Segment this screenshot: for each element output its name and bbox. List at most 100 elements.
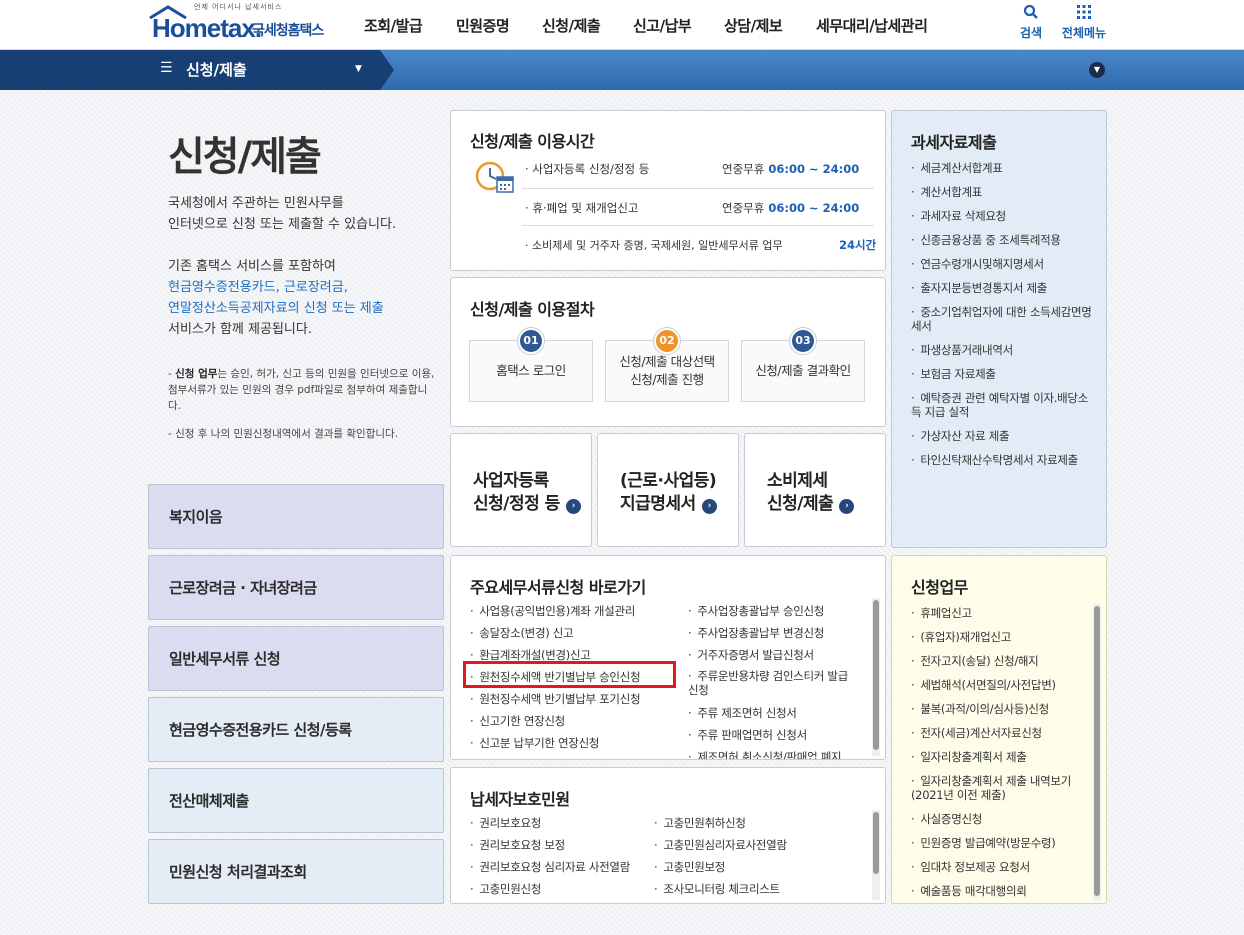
apply-work-link[interactable]: 휴폐업신고 <box>911 606 1086 620</box>
logo-korean: 국세청홈택스 <box>252 23 324 39</box>
protection-link[interactable]: 고충민원보정 <box>654 859 725 875</box>
intro-link-2[interactable]: 연말정산소득공제자료의 신청 또는 제출 <box>168 298 384 319</box>
civil-result-inquiry-button[interactable]: 민원신청 처리결과조회 <box>148 839 444 904</box>
doc-link[interactable]: 주류 제조면허 신청서 <box>688 705 797 721</box>
tax-data-link[interactable]: 출자지분등변경통지서 제출 <box>911 281 1096 295</box>
tax-data-link[interactable]: 연금수령개시및해지명세서 <box>911 257 1096 271</box>
tax-data-link[interactable]: 보험금 자료제출 <box>911 367 1096 381</box>
protection-link[interactable]: 권리보호요청 <box>470 815 541 831</box>
doc-link[interactable]: 주류 판매업면허 신청서 <box>688 727 807 743</box>
intro-text-3: 기존 홈택스 서비스를 포함하여 <box>168 259 336 274</box>
apply-work-link[interactable]: 예술품등 매각대행의뢰 <box>911 884 1086 898</box>
nav-inquiry-issue[interactable]: 조회/발급 <box>364 15 423 36</box>
protection-link[interactable]: 고충민원신청 <box>470 881 541 897</box>
apply-work-link[interactable]: 일자리창출계획서 제출 내역보기(2021년 이전 제출) <box>911 774 1091 802</box>
apply-work-link[interactable]: 전자(세금)계산서자료신청 <box>911 726 1086 740</box>
arrow-right-icon: › <box>565 499 581 514</box>
all-menu-label: 전체메뉴 <box>1061 26 1107 40</box>
note-2-text: 신청 후 나의 민원신청내역에서 결과를 확인합니다. <box>175 428 399 440</box>
service-hours-title: 신청/제출 이용시간 <box>470 132 595 151</box>
cash-receipt-card-button[interactable]: 현금영수증전용카드 신청/등록 <box>148 697 444 762</box>
search-button[interactable]: 검색 <box>1006 4 1056 41</box>
doc-link[interactable]: 거주자증명서 발급신청서 <box>688 647 814 663</box>
apply-work-link[interactable]: 세법해석(서면질의/사전답변) <box>911 678 1086 692</box>
protection-title: 납세자보호민원 <box>470 790 570 809</box>
nav-civil-certificate[interactable]: 민원증명 <box>456 15 510 36</box>
grid-menu-icon <box>1059 4 1109 22</box>
tax-data-link[interactable]: 가상자산 자료 제출 <box>911 429 1096 443</box>
consumption-tax-button[interactable]: 소비제세 신청/제출 › <box>744 433 886 547</box>
tax-data-link[interactable]: 타인신탁재산수탁명세서 자료제출 <box>911 453 1096 467</box>
protection-link[interactable]: 조사모니터링 체크리스트 <box>654 881 780 897</box>
apply-work-link[interactable]: 불복(과적/이의/심사등)신청 <box>911 702 1086 716</box>
logo-tagline: 언제 어디서나 납세서비스 <box>194 3 283 11</box>
doc-link[interactable]: 주류운반용차량 검인스티커 발급신청 <box>688 669 848 697</box>
hours-row-3-label: · 소비제세 및 거주자 증명, 국제세원, 일반세무서류 업무 <box>525 239 783 252</box>
nav-report-pay[interactable]: 신고/납부 <box>633 15 692 36</box>
taxpayer-protection-panel: 납세자보호민원 권리보호요청 권리보호요청 보정 권리보호요청 심리자료 사전열… <box>450 767 886 904</box>
doc-link[interactable]: 사업용(공익법인용)계좌 개설관리 <box>470 603 635 619</box>
apply-work-link[interactable]: 임대차 정보제공 요청서 <box>911 860 1086 874</box>
earned-income-incentive-button[interactable]: 근로장려금 · 자녀장려금 <box>148 555 444 620</box>
arrow-right-icon: › <box>701 499 717 514</box>
hours-row-2-time: 연중무휴 06:00 ~ 24:00 <box>722 201 860 215</box>
search-icon <box>1006 4 1056 22</box>
tax-data-link[interactable]: 예탁증권 관련 예탁자별 이자.배당소득 지급 실적 <box>911 391 1096 419</box>
doc-link[interactable]: 신고기한 연장신청 <box>470 713 565 729</box>
step-number-badge: 01 <box>518 328 544 354</box>
tax-data-link[interactable]: 과세자료 삭제요청 <box>911 209 1096 223</box>
doc-link[interactable]: 제조면허 취소신청/판매업 폐지 <box>688 749 841 759</box>
protection-link[interactable]: 권리보호요청 심리자료 사전열람 <box>470 859 630 875</box>
hours-row-1-time: 연중무휴 06:00 ~ 24:00 <box>722 162 860 176</box>
apply-work-link[interactable]: (휴업자)재개업신고 <box>911 630 1086 644</box>
scrollbar-thumb[interactable] <box>1094 606 1100 896</box>
apply-work-link[interactable]: 전자고지(송달) 신청/해지 <box>911 654 1086 668</box>
apply-work-link[interactable]: 사실증명신청 <box>911 812 1086 826</box>
note-bold: 신청 업무 <box>175 368 218 380</box>
general-tax-docs-button[interactable]: 일반세무서류 신청 <box>148 626 444 691</box>
doc-link[interactable]: 신고분 납부기한 연장신청 <box>470 735 599 751</box>
scrollbar-thumb[interactable] <box>873 812 879 874</box>
tax-data-title: 과세자료제출 <box>911 133 997 152</box>
clock-calendar-icon <box>475 161 514 193</box>
protection-link[interactable]: 고충민원취하신청 <box>654 815 746 831</box>
major-docs-panel: 주요세무서류신청 바로가기 사업용(공익법인용)계좌 개설관리 송달장소(변경)… <box>450 555 886 760</box>
procedure-title: 신청/제출 이용절차 <box>470 300 595 319</box>
hamburger-icon: ☰ <box>160 60 173 76</box>
protection-link[interactable]: 고충민원심리자료사전열람 <box>654 837 787 853</box>
apply-work-link[interactable]: 민원증명 발급예약(방문수령) <box>911 836 1086 850</box>
welfare-link-button[interactable]: 복지이음 <box>148 484 444 549</box>
tax-data-link[interactable]: 세금계산서합계표 <box>911 161 1096 175</box>
step-number-badge: 03 <box>790 328 816 354</box>
doc-link[interactable]: 원천징수세액 반기별납부 포기신청 <box>470 691 640 707</box>
media-submission-button[interactable]: 전산매체제출 <box>148 768 444 833</box>
intro-note-1: - 신청 업무는 승인, 허가, 신고 등의 민원을 인터넷으로 이용, 첨부서… <box>168 368 435 412</box>
scrollbar-thumb[interactable] <box>873 600 879 750</box>
nav-tax-agent[interactable]: 세무대리/납세관리 <box>816 15 928 36</box>
sub-navigation-title: 신청/제출 <box>186 61 247 79</box>
protection-link[interactable]: 권리보호요청 보정 <box>470 837 565 853</box>
chevron-down-icon[interactable]: ▼ <box>1089 62 1105 78</box>
nav-apply-submit[interactable]: 신청/제출 <box>542 15 601 36</box>
business-registration-button[interactable]: 사업자등록 신청/정정 등 › <box>450 433 592 547</box>
tax-data-link[interactable]: 중소기업취업자에 대한 소득세감면명세서 <box>911 305 1096 333</box>
apply-work-link[interactable]: 일자리창출계획서 제출 <box>911 750 1086 764</box>
hours-row-3-time: 24시간 <box>839 238 877 252</box>
tax-data-link[interactable]: 신종금융상품 중 조세특례적용 <box>911 233 1096 247</box>
search-label: 검색 <box>1019 26 1043 40</box>
step-number-badge: 02 <box>654 328 680 354</box>
tax-data-link[interactable]: 계산서합계표 <box>911 185 1096 199</box>
tax-data-link[interactable]: 파생상품거래내역서 <box>911 343 1096 357</box>
apply-work-title: 신청업무 <box>911 578 968 597</box>
intro-link-1[interactable]: 현금영수증전용카드, 근로장려금, <box>168 277 348 298</box>
hours-row-1-label: · 사업자등록 신청/정정 등 <box>525 162 650 176</box>
logo-wordmark: Hometax. <box>152 13 262 43</box>
doc-link[interactable]: 송달장소(변경) 신고 <box>470 625 573 641</box>
doc-link[interactable]: 주사업장총괄납부 변경신청 <box>688 625 824 641</box>
all-menu-button[interactable]: 전체메뉴 <box>1059 4 1109 41</box>
page-title: 신청/제출 <box>168 134 322 180</box>
doc-link[interactable]: 주사업장총괄납부 승인신청 <box>688 603 824 619</box>
hometax-logo[interactable]: 언제 어디서나 납세서비스 Hometax. 국세청홈택스 <box>148 3 338 47</box>
nav-consult-report[interactable]: 상담/제보 <box>724 15 783 36</box>
payment-statement-button[interactable]: (근로·사업등) 지급명세서 › <box>597 433 739 547</box>
